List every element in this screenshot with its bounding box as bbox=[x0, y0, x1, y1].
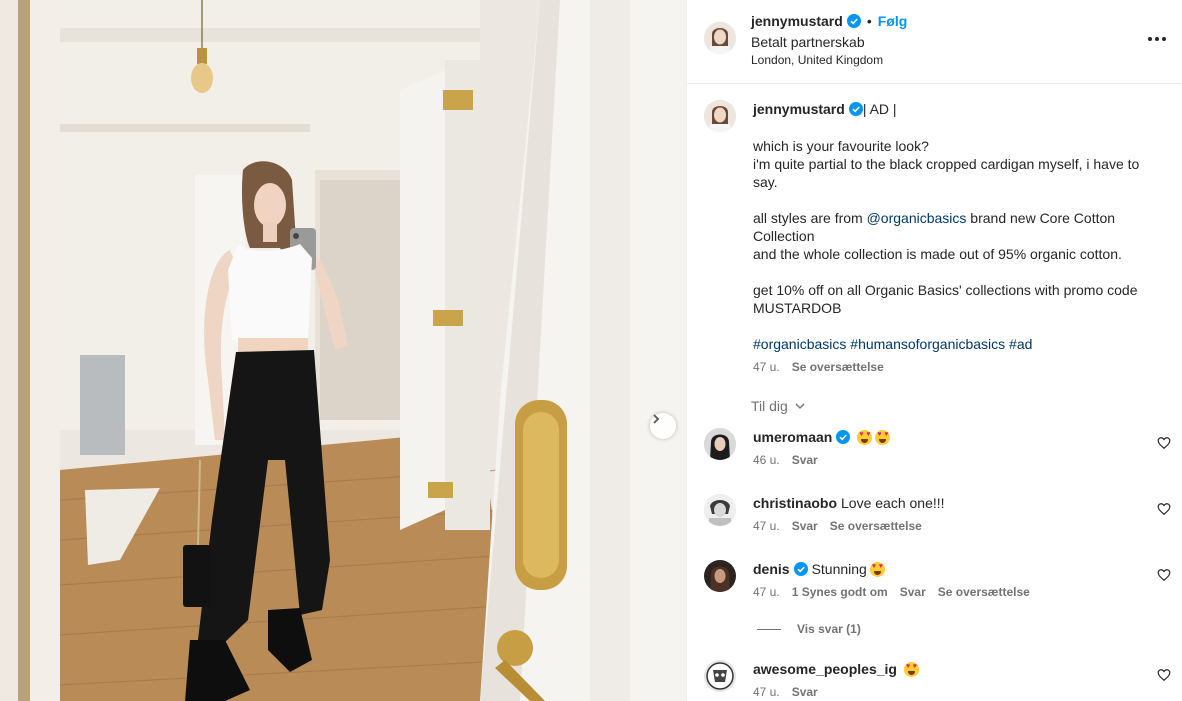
replies-divider bbox=[757, 628, 781, 630]
translate-button[interactable]: Se oversættelse bbox=[830, 519, 922, 533]
comment-item: umeromaan 46 u. Svar bbox=[687, 428, 1182, 488]
comment-time[interactable]: 46 u. bbox=[753, 453, 780, 467]
comment-username[interactable]: christinaobo bbox=[753, 495, 837, 511]
comment-line: awesome_peoples_ig bbox=[753, 661, 919, 677]
avatar[interactable] bbox=[704, 660, 736, 692]
caption-time[interactable]: 47 u. bbox=[753, 360, 780, 374]
more-options-button[interactable] bbox=[1145, 30, 1169, 48]
post-photo bbox=[0, 0, 686, 701]
comment-time[interactable]: 47 u. bbox=[753, 685, 780, 699]
caption-author-row: jennymustard | AD | bbox=[753, 101, 897, 117]
comment-meta: 47 u. Svar bbox=[753, 685, 818, 699]
comment-line: umeromaan bbox=[753, 429, 891, 445]
translate-button[interactable]: Se oversættelse bbox=[792, 360, 884, 374]
avatar[interactable] bbox=[704, 560, 736, 592]
reply-button[interactable]: Svar bbox=[792, 685, 818, 699]
author-row: jennymustard • Følg bbox=[751, 13, 907, 29]
comment-time[interactable]: 47 u. bbox=[753, 585, 780, 599]
heart-outline-icon[interactable] bbox=[1157, 568, 1171, 582]
caption-meta: 47 u. Se oversættelse bbox=[753, 360, 884, 374]
avatar[interactable] bbox=[704, 100, 736, 132]
reply-button[interactable]: Svar bbox=[900, 585, 926, 599]
caption-suffix: | AD | bbox=[862, 101, 897, 117]
chevron-right-icon bbox=[653, 414, 660, 424]
avatar[interactable] bbox=[704, 428, 736, 460]
caption-line: i'm quite partial to the black cropped c… bbox=[753, 156, 1140, 190]
follow-button[interactable]: Følg bbox=[878, 13, 908, 29]
view-replies-label: Vis svar (1) bbox=[797, 622, 861, 636]
caption-line: and the whole collection is made out of … bbox=[753, 246, 1122, 262]
caption-line: which is your favourite look? bbox=[753, 138, 929, 154]
reply-button[interactable]: Svar bbox=[792, 519, 818, 533]
verified-badge-icon bbox=[836, 430, 851, 444]
verified-badge-icon bbox=[793, 562, 808, 576]
hashtag-link[interactable]: #organicbasics bbox=[753, 336, 846, 352]
caption-username[interactable]: jennymustard bbox=[753, 101, 845, 117]
mention-link[interactable]: @organicbasics bbox=[867, 210, 967, 226]
comment-sort-dropdown[interactable]: Til dig bbox=[751, 398, 806, 414]
heart-outline-icon[interactable] bbox=[1157, 668, 1171, 682]
hashtag-link[interactable]: #ad bbox=[1009, 336, 1032, 352]
comment-line: christinaobo Love each one!!! bbox=[753, 495, 945, 511]
mirror-selfie-image bbox=[0, 0, 686, 701]
author-username[interactable]: jennymustard bbox=[751, 13, 843, 29]
verified-badge-icon bbox=[846, 14, 861, 28]
comment-text: Love each one!!! bbox=[841, 495, 945, 511]
likes-count[interactable]: 1 Synes godt om bbox=[792, 585, 888, 599]
hashtag-link[interactable]: #humansoforganicbasics bbox=[850, 336, 1005, 352]
heart-eyes-emoji-icon bbox=[857, 429, 873, 445]
reply-button[interactable]: Svar bbox=[792, 453, 818, 467]
next-image-button[interactable] bbox=[650, 413, 676, 439]
comment-meta: 46 u. Svar bbox=[753, 453, 818, 467]
separator-dot: • bbox=[866, 13, 872, 29]
location-link[interactable]: London, United Kingdom bbox=[751, 53, 883, 67]
comment-username[interactable]: denis bbox=[753, 561, 790, 577]
heart-outline-icon[interactable] bbox=[1157, 436, 1171, 450]
comment-line: denis Stunning bbox=[753, 561, 885, 577]
post-dialog: jennymustard • Følg Betalt partnerskab L… bbox=[0, 0, 1182, 701]
heart-eyes-emoji-icon bbox=[869, 561, 885, 577]
heart-outline-icon[interactable] bbox=[1157, 502, 1171, 516]
comment-item: awesome_peoples_ig 47 u. Svar bbox=[687, 660, 1182, 701]
caption-line: all styles are from @organicbasics brand… bbox=[753, 210, 1116, 244]
sort-label: Til dig bbox=[751, 398, 788, 414]
caption-text: which is your favourite look? i'm quite … bbox=[753, 137, 1163, 353]
heart-eyes-emoji-icon bbox=[875, 429, 891, 445]
avatar[interactable] bbox=[704, 22, 736, 54]
more-options-icon bbox=[1148, 37, 1152, 41]
comment-meta: 47 u. Svar Se oversættelse bbox=[753, 519, 922, 533]
hashtags: #organicbasics #humansoforganicbasics #a… bbox=[753, 335, 1163, 353]
caption-line: get 10% off on all Organic Basics' colle… bbox=[753, 282, 1138, 316]
chevron-down-icon bbox=[795, 403, 805, 409]
comment-username[interactable]: awesome_peoples_ig bbox=[753, 661, 897, 677]
post-side-panel: jennymustard • Følg Betalt partnerskab L… bbox=[686, 0, 1182, 701]
comment-item: denis Stunning 47 u. 1 Synes godt om Sva… bbox=[687, 560, 1182, 620]
post-header: jennymustard • Følg Betalt partnerskab L… bbox=[687, 0, 1182, 84]
avatar[interactable] bbox=[704, 494, 736, 526]
verified-badge-icon bbox=[848, 102, 863, 116]
view-replies-button[interactable]: Vis svar (1) bbox=[757, 622, 861, 636]
comment-meta: 47 u. 1 Synes godt om Svar Se oversættel… bbox=[753, 585, 1030, 599]
translate-button[interactable]: Se oversættelse bbox=[938, 585, 1030, 599]
comment-time[interactable]: 47 u. bbox=[753, 519, 780, 533]
comment-username[interactable]: umeromaan bbox=[753, 429, 832, 445]
paid-partnership-label[interactable]: Betalt partnerskab bbox=[751, 34, 865, 50]
comment-item: christinaobo Love each one!!! 47 u. Svar… bbox=[687, 494, 1182, 554]
heart-eyes-emoji-icon bbox=[903, 661, 919, 677]
comment-text: Stunning bbox=[811, 561, 867, 577]
